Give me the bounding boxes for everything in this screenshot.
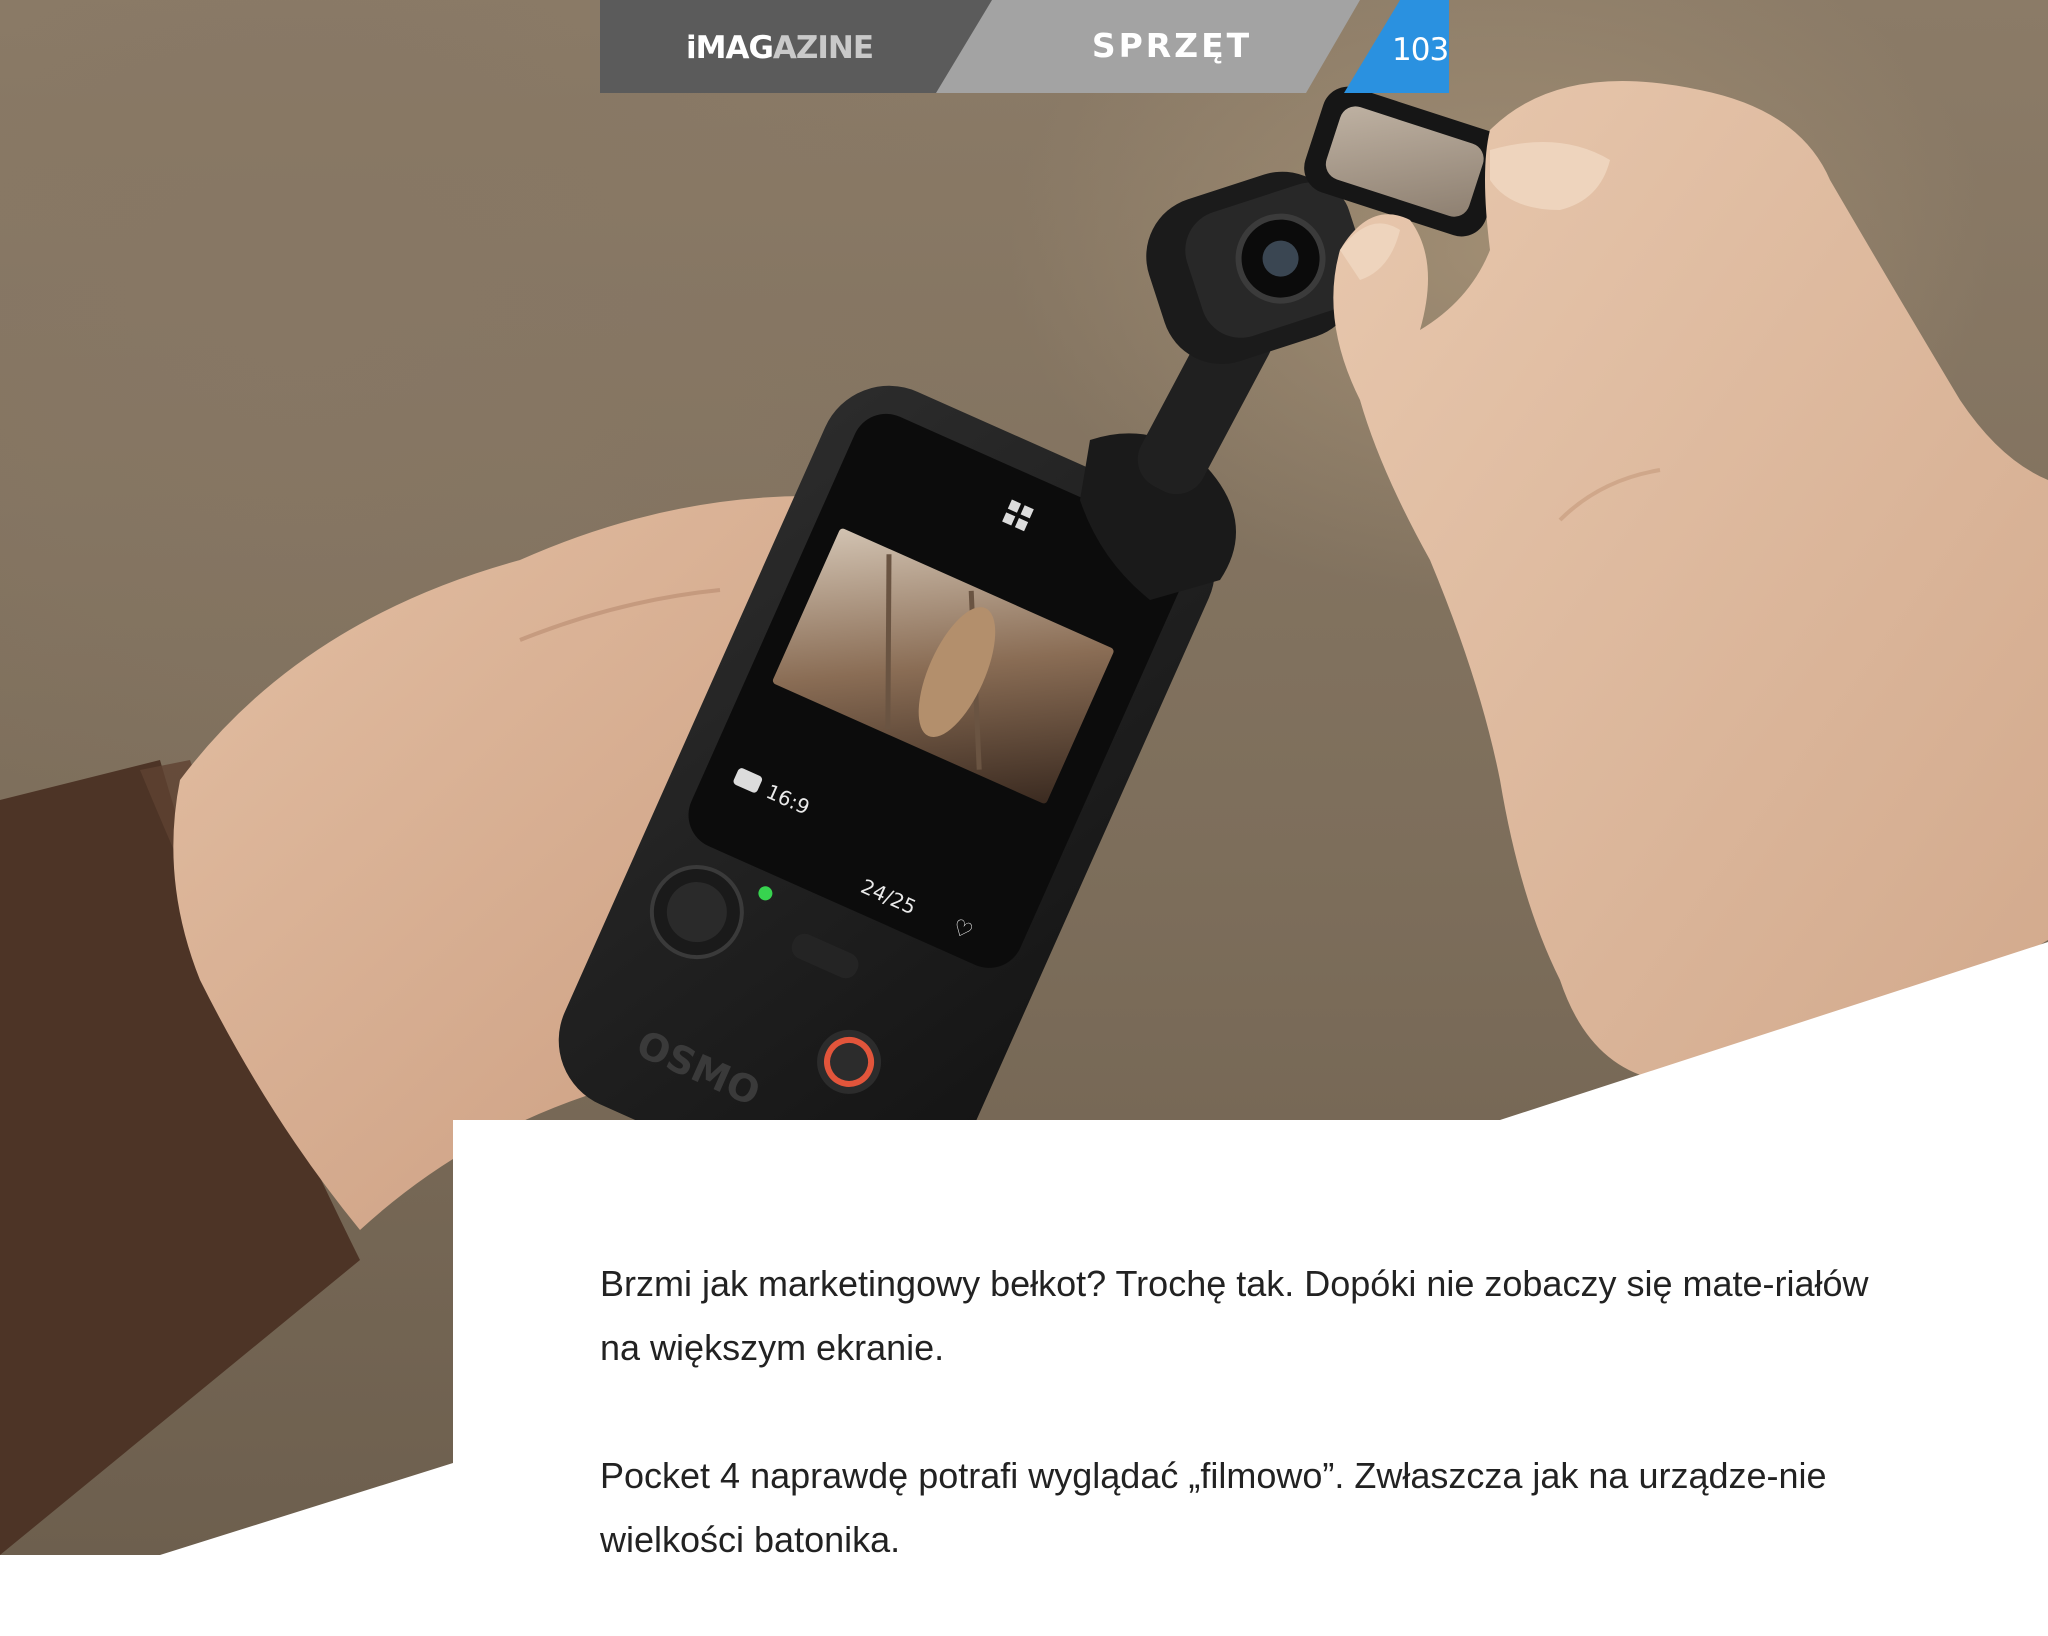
- article-paragraph: Brzmi jak marketingowy bełkot? Trochę ta…: [600, 1263, 1869, 1368]
- page-number: 103: [1392, 32, 1449, 68]
- section-tab[interactable]: SPRZĘT: [936, 0, 1360, 93]
- brand-logo: iMAGAZINE: [686, 30, 874, 66]
- section-title: SPRZĘT: [1091, 26, 1253, 65]
- article-body: Brzmi jak marketingowy bełkot? Trochę ta…: [600, 1252, 1900, 1636]
- page-number-tab: 103: [1344, 0, 1449, 93]
- magazine-header: iMAGAZINE SPRZĘT 103: [600, 0, 1449, 93]
- brand-tab[interactable]: iMAGAZINE: [600, 0, 994, 93]
- right-hand: [1333, 81, 2048, 1083]
- article-paragraph: Pocket 4 naprawdę potrafi wyglądać „film…: [600, 1455, 1827, 1560]
